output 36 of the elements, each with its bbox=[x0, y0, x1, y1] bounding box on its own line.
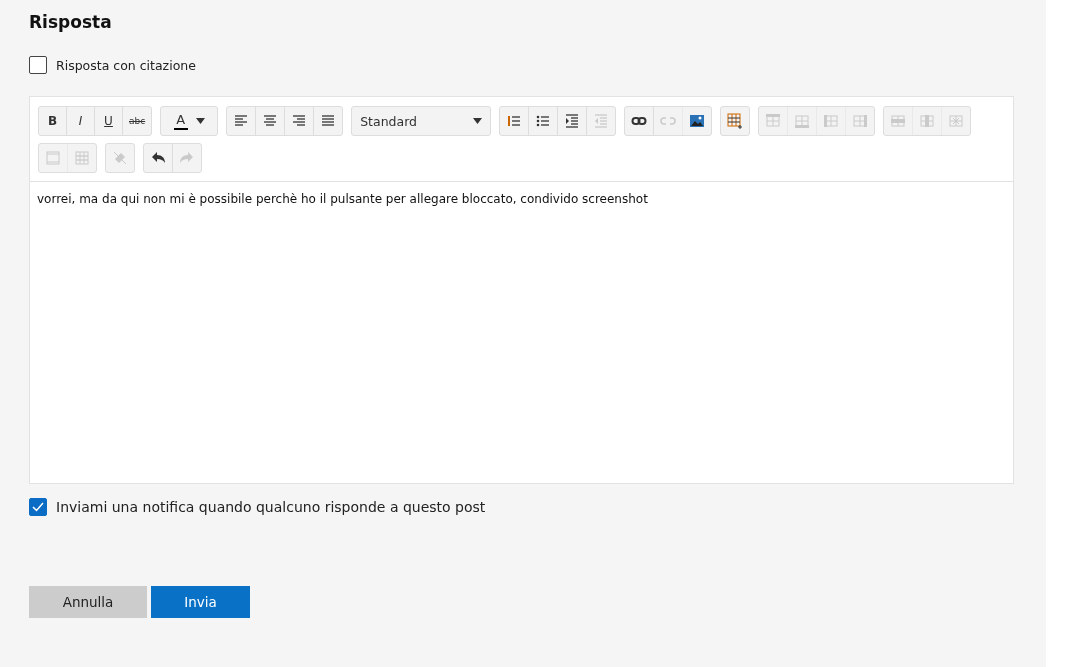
ordered-list-icon bbox=[506, 113, 523, 129]
outdent-icon bbox=[593, 113, 610, 129]
format-button[interactable]: abc bbox=[123, 107, 152, 135]
submit-button[interactable]: Invia bbox=[151, 586, 250, 618]
row-above-icon bbox=[765, 113, 782, 129]
bullet-list-icon bbox=[535, 113, 552, 129]
format-button[interactable]: U bbox=[95, 107, 123, 135]
col-left-icon bbox=[823, 113, 840, 129]
format-button[interactable]: I bbox=[67, 107, 95, 135]
row-delete-icon bbox=[890, 113, 907, 129]
checkbox-label: Risposta con citazione bbox=[56, 57, 196, 73]
indent-icon bbox=[564, 113, 581, 129]
font-color-button[interactable]: A bbox=[161, 107, 218, 135]
format-button[interactable]: B bbox=[39, 107, 67, 135]
align-right-icon bbox=[291, 113, 308, 129]
checkbox[interactable] bbox=[29, 56, 47, 74]
table-delete-icon bbox=[948, 113, 965, 129]
format-select[interactable]: Standard bbox=[351, 106, 492, 136]
align-left-icon bbox=[233, 113, 250, 129]
checkbox-label: Inviami una notifica quando qualcuno risponde a questo post bbox=[56, 499, 486, 515]
section-title: Risposta bbox=[29, 12, 113, 32]
checkbox[interactable] bbox=[29, 498, 47, 516]
caret-icon bbox=[473, 118, 483, 124]
row-below-icon bbox=[794, 113, 811, 129]
table-icon bbox=[74, 150, 90, 166]
editor-text[interactable]: vorrei, ma da qui non mi è possibile perchè ho il pulsante per allegare bloccato, condivido screenshot bbox=[30, 182, 1013, 483]
image-icon bbox=[689, 113, 706, 129]
cancel-button[interactable]: Annulla bbox=[29, 586, 147, 618]
align-center-icon bbox=[262, 113, 279, 129]
align-justify-icon bbox=[320, 113, 337, 129]
eraser-icon bbox=[112, 150, 128, 166]
caret-icon bbox=[195, 118, 205, 124]
col-right-icon bbox=[852, 113, 869, 129]
table-insert-icon bbox=[727, 113, 744, 129]
col-delete-icon bbox=[919, 113, 936, 129]
merge-icon bbox=[45, 150, 61, 166]
